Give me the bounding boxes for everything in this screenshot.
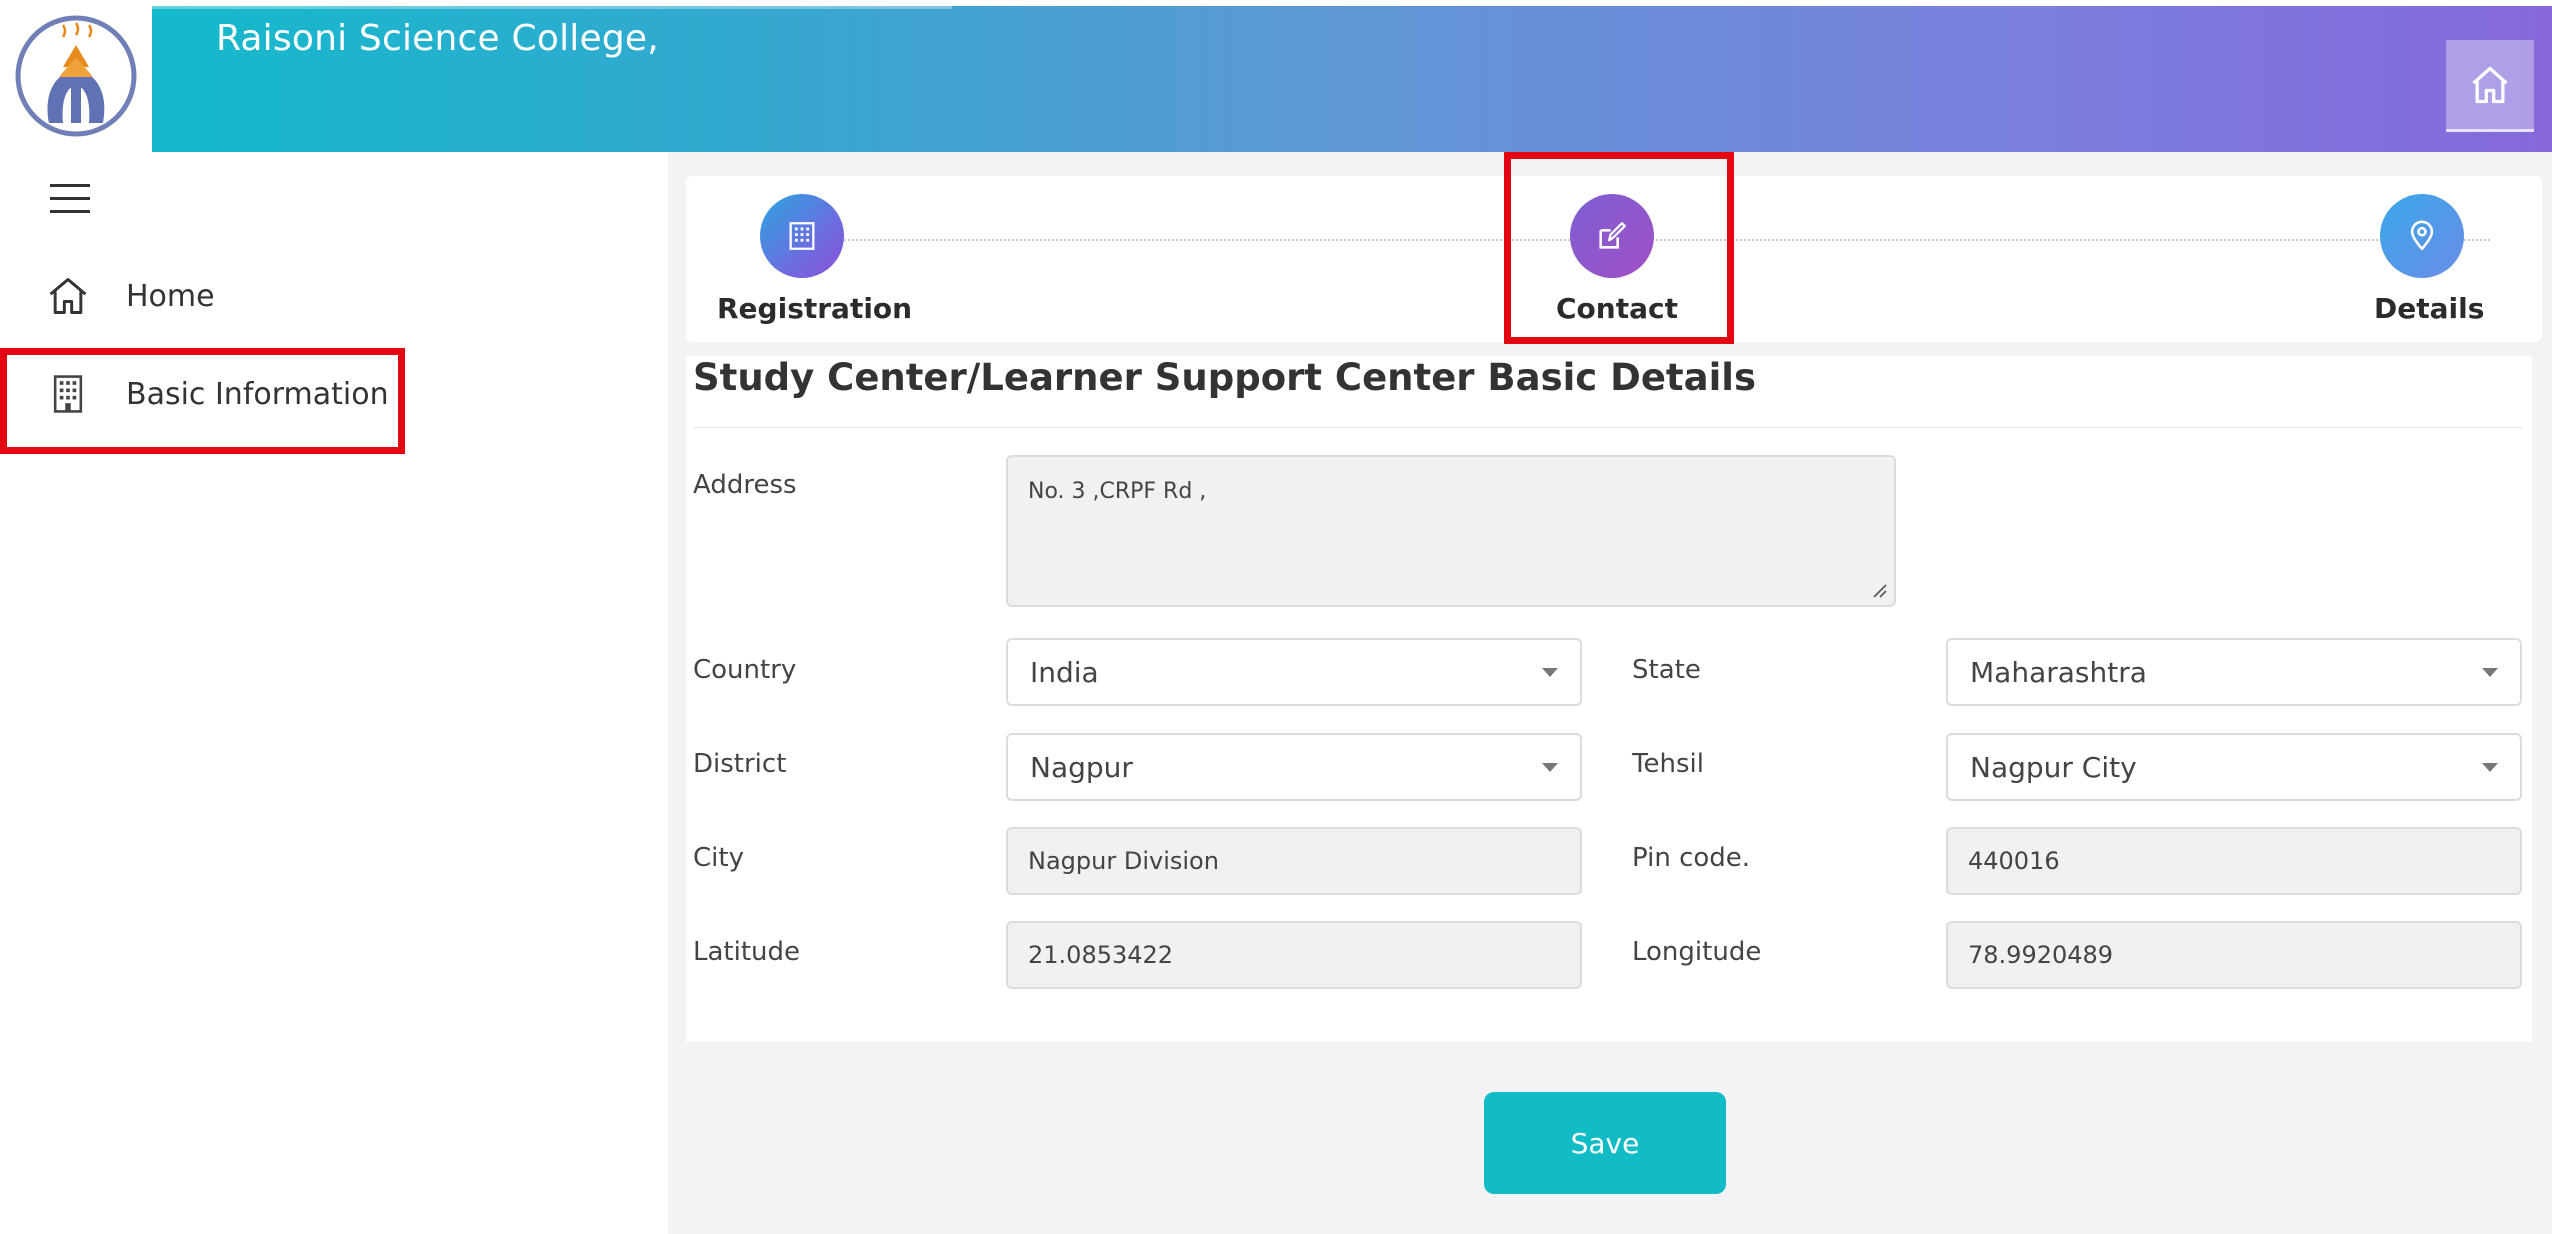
tehsil-label: Tehsil: [1632, 749, 1704, 779]
pincode-input[interactable]: 440016: [1946, 827, 2522, 895]
city-label: City: [693, 843, 744, 873]
college-logo-icon: [15, 15, 137, 137]
latitude-input[interactable]: 21.0853422: [1006, 921, 1582, 989]
district-select[interactable]: Nagpur: [1006, 733, 1582, 801]
location-pin-icon: [2410, 220, 2434, 251]
hamburger-menu-icon[interactable]: [50, 184, 90, 214]
longitude-label: Longitude: [1632, 937, 1762, 967]
highlight-box-contact-step: [1504, 152, 1734, 344]
pincode-label: Pin code.: [1632, 843, 1751, 873]
address-value: No. 3 ,CRPF Rd ,: [1028, 479, 1207, 504]
state-label: State: [1632, 655, 1701, 685]
country-label: Country: [693, 655, 797, 685]
chevron-down-icon: [1542, 762, 1558, 772]
chevron-down-icon: [1542, 667, 1558, 677]
state-select[interactable]: Maharashtra: [1946, 638, 2522, 706]
home-icon: [49, 278, 87, 314]
header-home-button[interactable]: [2446, 40, 2534, 132]
latitude-value: 21.0853422: [1028, 941, 1174, 969]
longitude-value: 78.9920489: [1968, 941, 2114, 969]
country-selected-value: India: [1030, 655, 1099, 689]
step-details-label[interactable]: Details: [2374, 292, 2484, 325]
tehsil-select[interactable]: Nagpur City: [1946, 733, 2522, 801]
sidebar-item-home[interactable]: Home: [46, 274, 215, 318]
chevron-down-icon: [2482, 762, 2498, 772]
save-button[interactable]: Save: [1484, 1092, 1726, 1194]
resize-grip-icon[interactable]: [1870, 581, 1888, 599]
form-title: Study Center/Learner Support Center Basi…: [693, 356, 1756, 399]
building-icon: [789, 222, 815, 250]
city-value: Nagpur Division: [1028, 847, 1219, 875]
pincode-value: 440016: [1968, 847, 2060, 875]
highlight-box-basic-information: [0, 348, 405, 454]
sidebar-item-label: Home: [126, 278, 215, 314]
district-selected-value: Nagpur: [1030, 750, 1133, 784]
college-name: Raisoni Science College,: [216, 18, 659, 59]
latitude-label: Latitude: [693, 937, 801, 967]
address-label: Address: [693, 470, 797, 500]
state-selected-value: Maharashtra: [1970, 655, 2147, 689]
longitude-input[interactable]: 78.9920489: [1946, 921, 2522, 989]
home-icon: [2472, 66, 2508, 103]
header-accent-line: [152, 6, 952, 9]
city-input[interactable]: Nagpur Division: [1006, 827, 1582, 895]
chevron-down-icon: [2482, 667, 2498, 677]
step-registration-circle[interactable]: [760, 194, 844, 278]
country-select[interactable]: India: [1006, 638, 1582, 706]
district-label: District: [693, 749, 787, 779]
tehsil-selected-value: Nagpur City: [1970, 750, 2137, 784]
address-textarea[interactable]: No. 3 ,CRPF Rd ,: [1006, 455, 1896, 607]
step-registration-label[interactable]: Registration: [717, 292, 912, 325]
college-logo: [0, 0, 152, 152]
form-title-divider: [693, 427, 2523, 428]
step-details-circle[interactable]: [2380, 194, 2464, 278]
